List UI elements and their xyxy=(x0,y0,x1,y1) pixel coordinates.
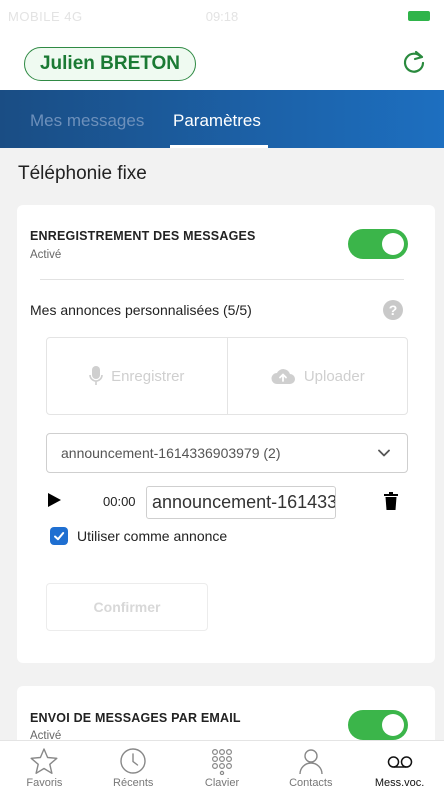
toggle-knob xyxy=(382,233,404,255)
recording-toggle[interactable] xyxy=(348,229,408,259)
announcement-name-field[interactable]: announcement-1614336903979 xyxy=(146,486,336,519)
nav-contacts[interactable]: Contacts xyxy=(266,741,355,796)
confirm-button[interactable]: Confirmer xyxy=(46,583,208,631)
use-as-announcement-row[interactable]: Utiliser comme annonce xyxy=(50,526,227,546)
use-as-announcement-checkbox[interactable] xyxy=(50,527,68,545)
trash-icon[interactable] xyxy=(384,492,398,510)
upload-label: Uploader xyxy=(303,367,365,385)
nav-label: Clavier xyxy=(204,777,240,789)
announcements-label: Mes annonces personnalisées (5/5) xyxy=(30,302,252,318)
checkmark-icon xyxy=(54,532,65,541)
status-bar: MOBILE 4G 09:18 xyxy=(0,0,444,34)
record-upload-group: Enregistrer Uploader xyxy=(46,337,408,415)
record-button[interactable]: Enregistrer xyxy=(47,338,227,414)
microphone-icon xyxy=(89,366,103,385)
battery-icon xyxy=(408,11,430,21)
keypad-icon xyxy=(211,748,232,775)
recording-status: Activé xyxy=(30,249,62,261)
voicemail-icon xyxy=(387,756,412,768)
nav-clavier[interactable]: Clavier xyxy=(178,741,267,796)
chevron-down-icon xyxy=(378,449,390,457)
nav-label: Contacts xyxy=(289,777,333,789)
announcement-select[interactable]: announcement-1614336903979 (2) xyxy=(46,433,408,473)
nav-label: Récents xyxy=(113,777,154,789)
nav-label: Favoris xyxy=(26,777,63,789)
audio-player: 00:00 announcement-1614336903979 xyxy=(46,484,408,520)
record-label: Enregistrer xyxy=(111,367,185,385)
app-header: Julien BRETON xyxy=(0,34,444,90)
tab-parametres[interactable]: Paramètres xyxy=(173,111,261,131)
person-icon xyxy=(299,749,323,775)
use-as-announcement-label: Utiliser comme annonce xyxy=(77,528,228,544)
clock-icon xyxy=(120,748,146,774)
clock-label: 09:18 xyxy=(205,9,239,24)
upload-button[interactable]: Uploader xyxy=(226,338,408,414)
bottom-nav: Favoris Récents Clavier Contacts Mess.vo… xyxy=(0,740,444,796)
section-title: Téléphonie fixe xyxy=(18,163,147,184)
tab-mes-messages[interactable]: Mes messages xyxy=(30,111,144,131)
star-icon xyxy=(30,748,58,774)
refresh-icon[interactable] xyxy=(400,48,428,76)
player-time: 00:00 xyxy=(103,494,136,509)
divider xyxy=(40,279,404,280)
cloud-upload-icon xyxy=(271,369,295,384)
tab-bar: Mes messages Paramètres xyxy=(0,90,444,148)
announcement-select-value: announcement-1614336903979 (2) xyxy=(61,445,281,461)
toggle-knob xyxy=(382,714,404,736)
nav-voicemail[interactable]: Mess.voc. xyxy=(355,741,444,796)
nav-favoris[interactable]: Favoris xyxy=(0,741,89,796)
user-name-pill[interactable]: Julien BRETON xyxy=(24,47,196,81)
help-icon[interactable]: ? xyxy=(383,300,403,320)
active-tab-indicator xyxy=(170,145,268,148)
email-toggle[interactable] xyxy=(348,710,408,740)
email-title: ENVOI DE MESSAGES PAR EMAIL xyxy=(30,711,241,725)
nav-label: Mess.voc. xyxy=(374,777,425,789)
nav-recents[interactable]: Récents xyxy=(89,741,178,796)
recording-title: ENREGISTREMENT DES MESSAGES xyxy=(30,229,256,243)
play-icon[interactable] xyxy=(48,493,61,507)
